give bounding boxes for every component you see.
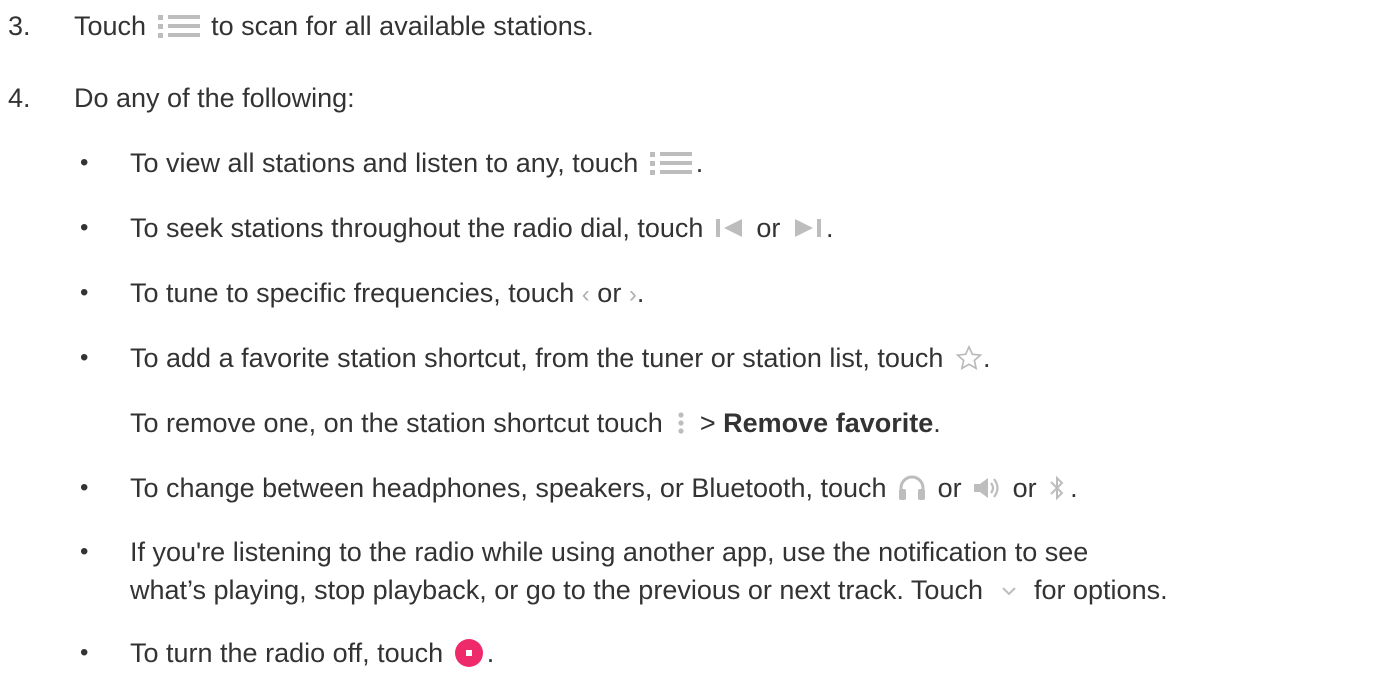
- chevron-right-icon: ›: [628, 281, 637, 308]
- favorite-text: To add a favorite station shortcut, from…: [130, 343, 944, 373]
- remove-favorite-label: Remove favorite: [723, 408, 934, 438]
- bullet-text: what’s playing, stop playback, or go to …: [130, 574, 1168, 606]
- step-text: Do any of the following:: [74, 83, 355, 113]
- bullet-text: To add a favorite station shortcut, from…: [130, 342, 990, 374]
- output-text: To change between headphones, speakers, …: [130, 473, 887, 503]
- bullet-marker: •: [80, 474, 89, 501]
- bullet-text: To seek stations throughout the radio di…: [130, 212, 833, 244]
- skip-previous-icon: [715, 214, 745, 242]
- bullet-marker: •: [80, 344, 89, 371]
- bullet-marker: •: [80, 538, 89, 565]
- chevron-down-icon: [997, 576, 1021, 604]
- or-text: or: [1012, 473, 1037, 503]
- period: .: [825, 213, 834, 243]
- step-number: 4.: [8, 83, 31, 113]
- chevron-left-icon: ‹: [581, 281, 590, 308]
- notification-line-1: If you're listening to the radio while u…: [130, 537, 1089, 567]
- for-options-text: for options.: [1034, 575, 1168, 605]
- more-vert-icon: [676, 409, 686, 437]
- period: .: [695, 148, 704, 178]
- bullet-text: To view all stations and listen to any, …: [130, 147, 703, 179]
- or-text: or: [756, 213, 781, 243]
- remove-pre: To remove one, on the station shortcut t…: [130, 408, 663, 438]
- bullet-text: To tune to specific frequencies, touch ‹…: [130, 277, 644, 311]
- list-icon: [157, 12, 200, 40]
- step-text: Touch to scan for all available stations…: [74, 10, 594, 42]
- period: .: [486, 638, 495, 668]
- stop-icon: [454, 638, 484, 668]
- bluetooth-icon: [1047, 474, 1067, 502]
- bullet-marker: •: [80, 214, 89, 241]
- period: .: [1070, 473, 1078, 503]
- view-all-text: To view all stations and listen to any, …: [130, 148, 639, 178]
- skip-next-icon: [792, 214, 822, 242]
- list-icon: [649, 149, 692, 177]
- period: .: [933, 408, 941, 438]
- or-text: or: [937, 473, 962, 503]
- step-number: 3.: [8, 11, 31, 41]
- step-3-post: to scan for all available stations.: [211, 11, 594, 41]
- turn-off-text: To turn the radio off, touch: [130, 638, 444, 668]
- bullet-marker: •: [80, 149, 89, 176]
- star-outline-icon: [955, 344, 983, 372]
- speaker-icon: [972, 474, 1002, 502]
- bullet-marker: •: [80, 639, 89, 666]
- bullet-text: To turn the radio off, touch .: [130, 637, 494, 670]
- headphones-icon: [897, 474, 927, 502]
- step-3-pre: Touch: [74, 11, 147, 41]
- or-text: or: [597, 278, 622, 308]
- remove-favorite-text: To remove one, on the station shortcut t…: [130, 407, 941, 439]
- tune-text: To tune to specific frequencies, touch: [130, 278, 575, 308]
- arrow-text: >: [699, 408, 716, 438]
- notification-text: what’s playing, stop playback, or go to …: [130, 575, 983, 605]
- period: .: [636, 278, 645, 308]
- period: .: [982, 343, 991, 373]
- bullet-text: To change between headphones, speakers, …: [130, 472, 1078, 504]
- bullet-marker: •: [80, 279, 89, 306]
- seek-text: To seek stations throughout the radio di…: [130, 213, 704, 243]
